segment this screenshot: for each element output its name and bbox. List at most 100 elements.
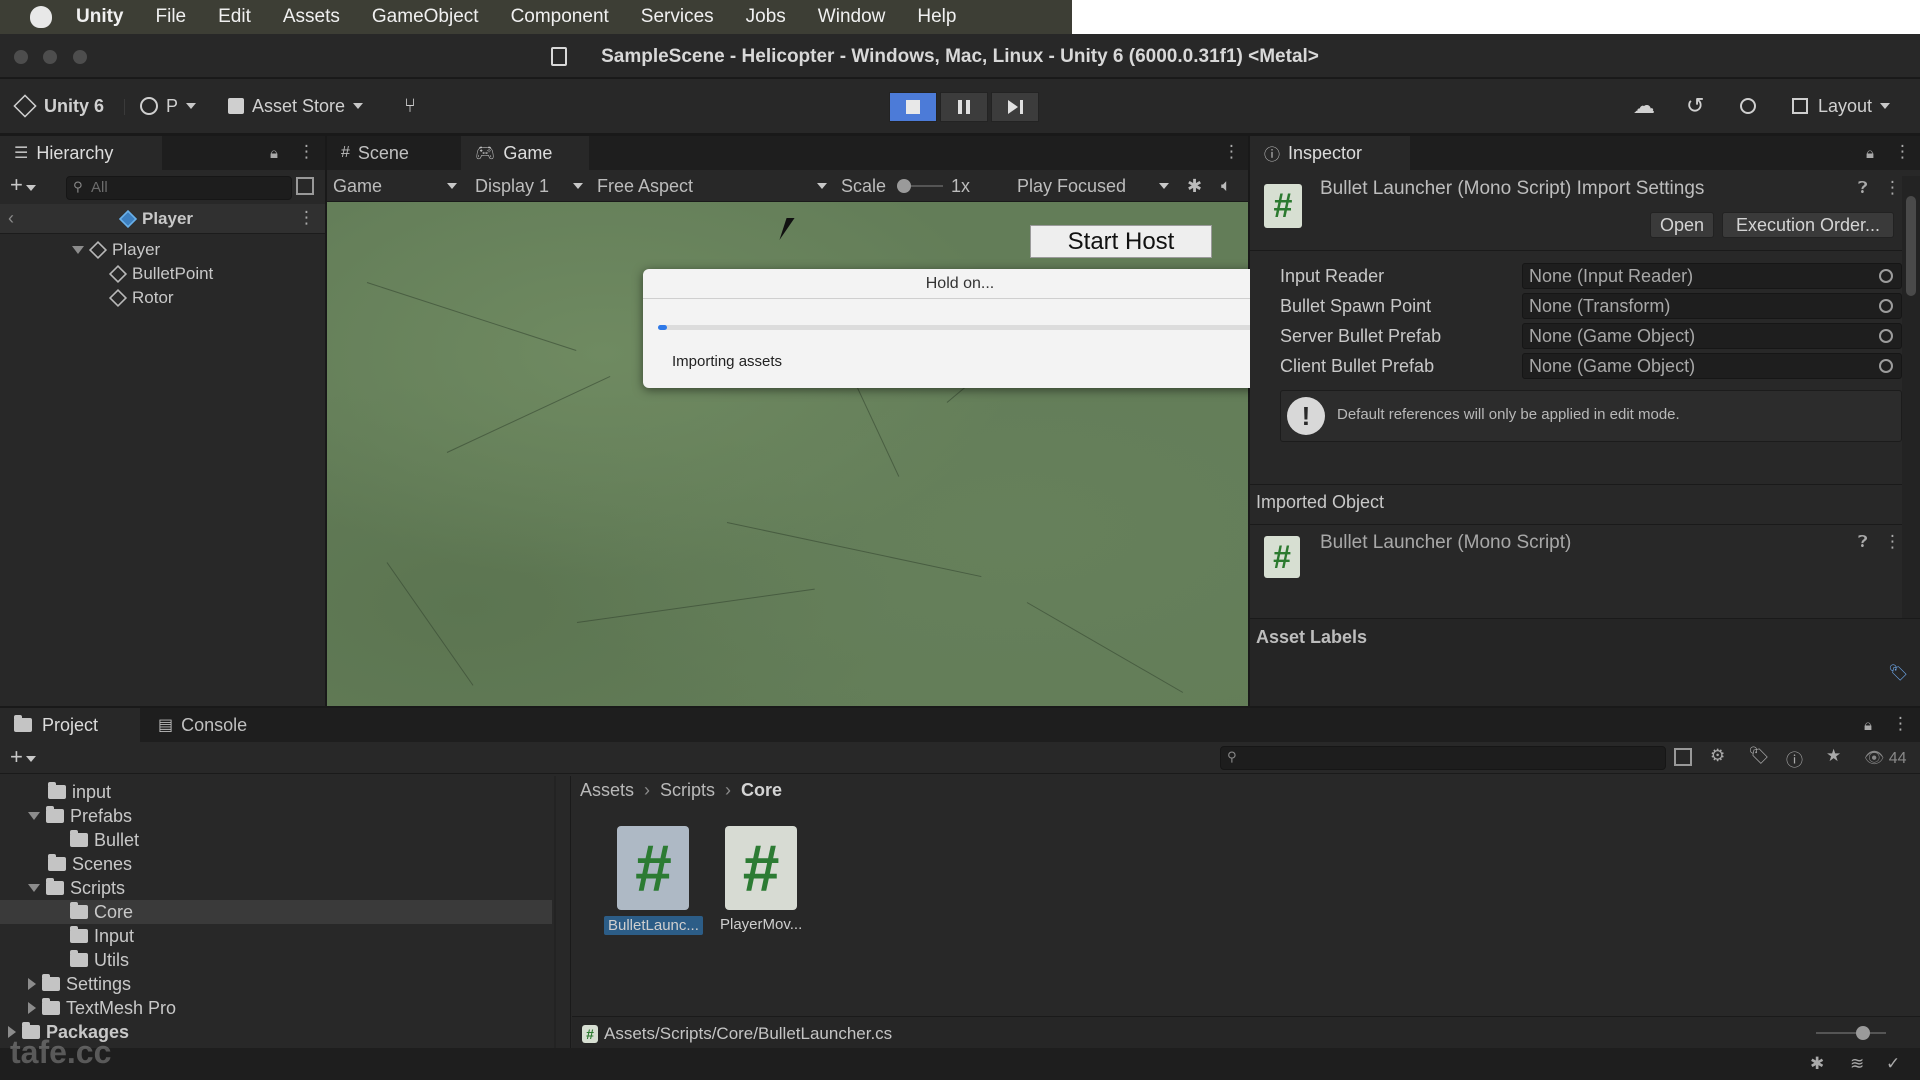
client-bullet-prefab-field[interactable]: None (Game Object) bbox=[1522, 353, 1902, 379]
execution-order-button[interactable]: Execution Order... bbox=[1722, 212, 1894, 238]
label-tag-icon[interactable]: 🏷︎ bbox=[1888, 663, 1908, 683]
hierarchy-item-bulletpoint[interactable]: BulletPoint bbox=[108, 262, 213, 286]
stats-bug-icon[interactable]: ✱ bbox=[1187, 174, 1202, 198]
menu-assets[interactable]: Assets bbox=[283, 6, 340, 28]
tree-scrollbar[interactable] bbox=[554, 776, 556, 1048]
more-options-icon[interactable]: ⋮ bbox=[1892, 714, 1909, 734]
hierarchy-item-player[interactable]: Player bbox=[72, 238, 160, 262]
menu-gameobject[interactable]: GameObject bbox=[372, 6, 479, 28]
folder-utils[interactable]: Utils bbox=[70, 948, 129, 972]
server-bullet-prefab-field[interactable]: None (Game Object) bbox=[1522, 323, 1902, 349]
view-mode-dropdown[interactable]: Game bbox=[333, 174, 457, 198]
input-reader-field[interactable]: None (Input Reader) bbox=[1522, 263, 1902, 289]
menu-services[interactable]: Services bbox=[641, 6, 714, 28]
object-picker-icon[interactable] bbox=[1879, 299, 1893, 313]
more-options-icon[interactable]: ⋮ bbox=[1884, 532, 1901, 552]
folder-scenes[interactable]: Scenes bbox=[48, 852, 132, 876]
menu-unity[interactable]: Unity bbox=[76, 6, 124, 28]
bullet-spawn-point-field[interactable]: None (Transform) bbox=[1522, 293, 1902, 319]
lock-icon[interactable]: 🔒︎ bbox=[1866, 145, 1874, 162]
hierarchy-search-input[interactable]: ⚲ All bbox=[66, 176, 292, 200]
tab-hierarchy[interactable]: ☰ Hierarchy bbox=[0, 136, 162, 170]
more-options-icon[interactable]: ⋮ bbox=[1223, 142, 1240, 162]
menu-file[interactable]: File bbox=[156, 6, 187, 28]
menu-edit[interactable]: Edit bbox=[218, 6, 251, 28]
breadcrumb-assets[interactable]: Assets bbox=[580, 780, 634, 801]
tab-console[interactable]: ▤ Console bbox=[144, 708, 284, 742]
help-icon[interactable]: ❓︎ bbox=[1858, 534, 1868, 552]
start-host-button[interactable]: Start Host bbox=[1030, 225, 1212, 258]
inspector-scrollbar[interactable] bbox=[1902, 176, 1920, 646]
more-options-icon[interactable]: ⋮ bbox=[1894, 142, 1911, 162]
more-options-icon[interactable]: ⋮ bbox=[298, 142, 315, 162]
object-picker-icon[interactable] bbox=[1879, 359, 1893, 373]
unity-version-button[interactable]: Unity 6 bbox=[13, 93, 104, 119]
step-button[interactable] bbox=[991, 92, 1039, 122]
menu-window[interactable]: Window bbox=[818, 6, 886, 28]
play-stop-button[interactable] bbox=[889, 92, 937, 122]
checkmark-circle-icon[interactable]: ✓ bbox=[1886, 1054, 1900, 1074]
cloud-icon[interactable]: ☁ bbox=[1633, 93, 1655, 119]
filter-label-icon[interactable]: 🏷︎ bbox=[1748, 746, 1770, 766]
folder-scripts[interactable]: Scripts bbox=[28, 876, 125, 900]
open-button[interactable]: Open bbox=[1650, 212, 1714, 238]
more-options-icon[interactable]: ⋮ bbox=[298, 208, 315, 228]
folder-prefabs[interactable]: Prefabs bbox=[28, 804, 132, 828]
favorite-star-icon[interactable]: ★ bbox=[1826, 746, 1841, 766]
collapse-arrow-icon[interactable] bbox=[28, 1002, 36, 1014]
folder-bullet[interactable]: Bullet bbox=[70, 828, 139, 852]
scene-search-icon[interactable] bbox=[296, 177, 314, 195]
folder-settings[interactable]: Settings bbox=[28, 972, 131, 996]
play-focus-dropdown[interactable]: Play Focused bbox=[1017, 174, 1169, 198]
project-search-input[interactable]: ⚲ bbox=[1220, 746, 1666, 770]
create-asset-button[interactable]: + bbox=[10, 744, 23, 770]
hierarchy-item-rotor[interactable]: Rotor bbox=[108, 286, 174, 310]
tab-project[interactable]: Project bbox=[0, 708, 140, 742]
folder-textmesh-pro[interactable]: TextMesh Pro bbox=[28, 996, 176, 1020]
apple-logo-icon[interactable] bbox=[30, 6, 52, 28]
scrollbar-thumb[interactable] bbox=[1906, 196, 1916, 296]
mute-audio-icon[interactable]: 🔈︎ bbox=[1221, 174, 1231, 198]
pause-button[interactable] bbox=[940, 92, 988, 122]
scale-slider-handle[interactable] bbox=[897, 179, 911, 193]
menu-component[interactable]: Component bbox=[511, 6, 609, 28]
layout-dropdown[interactable]: Layout bbox=[1792, 93, 1891, 119]
tab-scene[interactable]: # Scene bbox=[327, 136, 457, 170]
lock-icon[interactable]: 🔒︎ bbox=[270, 145, 278, 162]
back-chevron-icon[interactable]: ‹ bbox=[8, 208, 14, 229]
more-options-icon[interactable]: ⋮ bbox=[1884, 178, 1901, 198]
icon-size-slider-handle[interactable] bbox=[1856, 1026, 1870, 1040]
expand-arrow-icon[interactable] bbox=[28, 884, 40, 892]
pane-divider[interactable] bbox=[570, 776, 571, 1048]
folder-input-scripts[interactable]: Input bbox=[70, 924, 134, 948]
add-object-button[interactable]: + bbox=[10, 172, 23, 198]
filter-warning-icon[interactable]: ⓘ bbox=[1786, 746, 1803, 771]
lock-icon[interactable]: 🔒︎ bbox=[1864, 717, 1872, 734]
scene-search-icon[interactable] bbox=[1674, 748, 1692, 766]
account-dropdown[interactable]: P bbox=[140, 93, 197, 119]
menu-jobs[interactable]: Jobs bbox=[746, 6, 786, 28]
menu-help[interactable]: Help bbox=[917, 6, 956, 28]
hidden-packages-toggle[interactable]: 👁︎ 44 bbox=[1864, 748, 1907, 768]
asset-item-bulletlauncher[interactable]: # BulletLaunc... bbox=[604, 826, 703, 935]
aspect-dropdown[interactable]: Free Aspect bbox=[597, 174, 827, 198]
network-icon[interactable]: ≋ bbox=[1850, 1054, 1864, 1074]
expand-arrow-icon[interactable] bbox=[28, 812, 40, 820]
filter-type-icon[interactable]: ⚙︎ bbox=[1710, 746, 1725, 766]
collapse-arrow-icon[interactable] bbox=[28, 978, 36, 990]
help-icon[interactable]: ❓︎ bbox=[1858, 180, 1868, 198]
asset-item-playermovement[interactable]: # PlayerMov... bbox=[720, 826, 802, 933]
breadcrumb-core[interactable]: Core bbox=[741, 780, 782, 801]
object-picker-icon[interactable] bbox=[1879, 269, 1893, 283]
breadcrumb-scripts[interactable]: Scripts bbox=[660, 780, 715, 801]
tab-game[interactable]: 🎮︎ Game bbox=[461, 136, 589, 170]
asset-store-dropdown[interactable]: Asset Store bbox=[228, 93, 364, 119]
object-picker-icon[interactable] bbox=[1879, 329, 1893, 343]
folder-input[interactable]: input bbox=[48, 780, 111, 804]
version-control-icon[interactable]: ⑂ bbox=[404, 93, 416, 119]
history-icon[interactable]: ↺ bbox=[1686, 93, 1704, 119]
tab-inspector[interactable]: ⓘ Inspector bbox=[1250, 136, 1410, 170]
display-dropdown[interactable]: Display 1 bbox=[475, 174, 583, 198]
debug-bug-icon[interactable]: ✱ bbox=[1810, 1054, 1824, 1074]
search-button[interactable] bbox=[1740, 93, 1756, 119]
